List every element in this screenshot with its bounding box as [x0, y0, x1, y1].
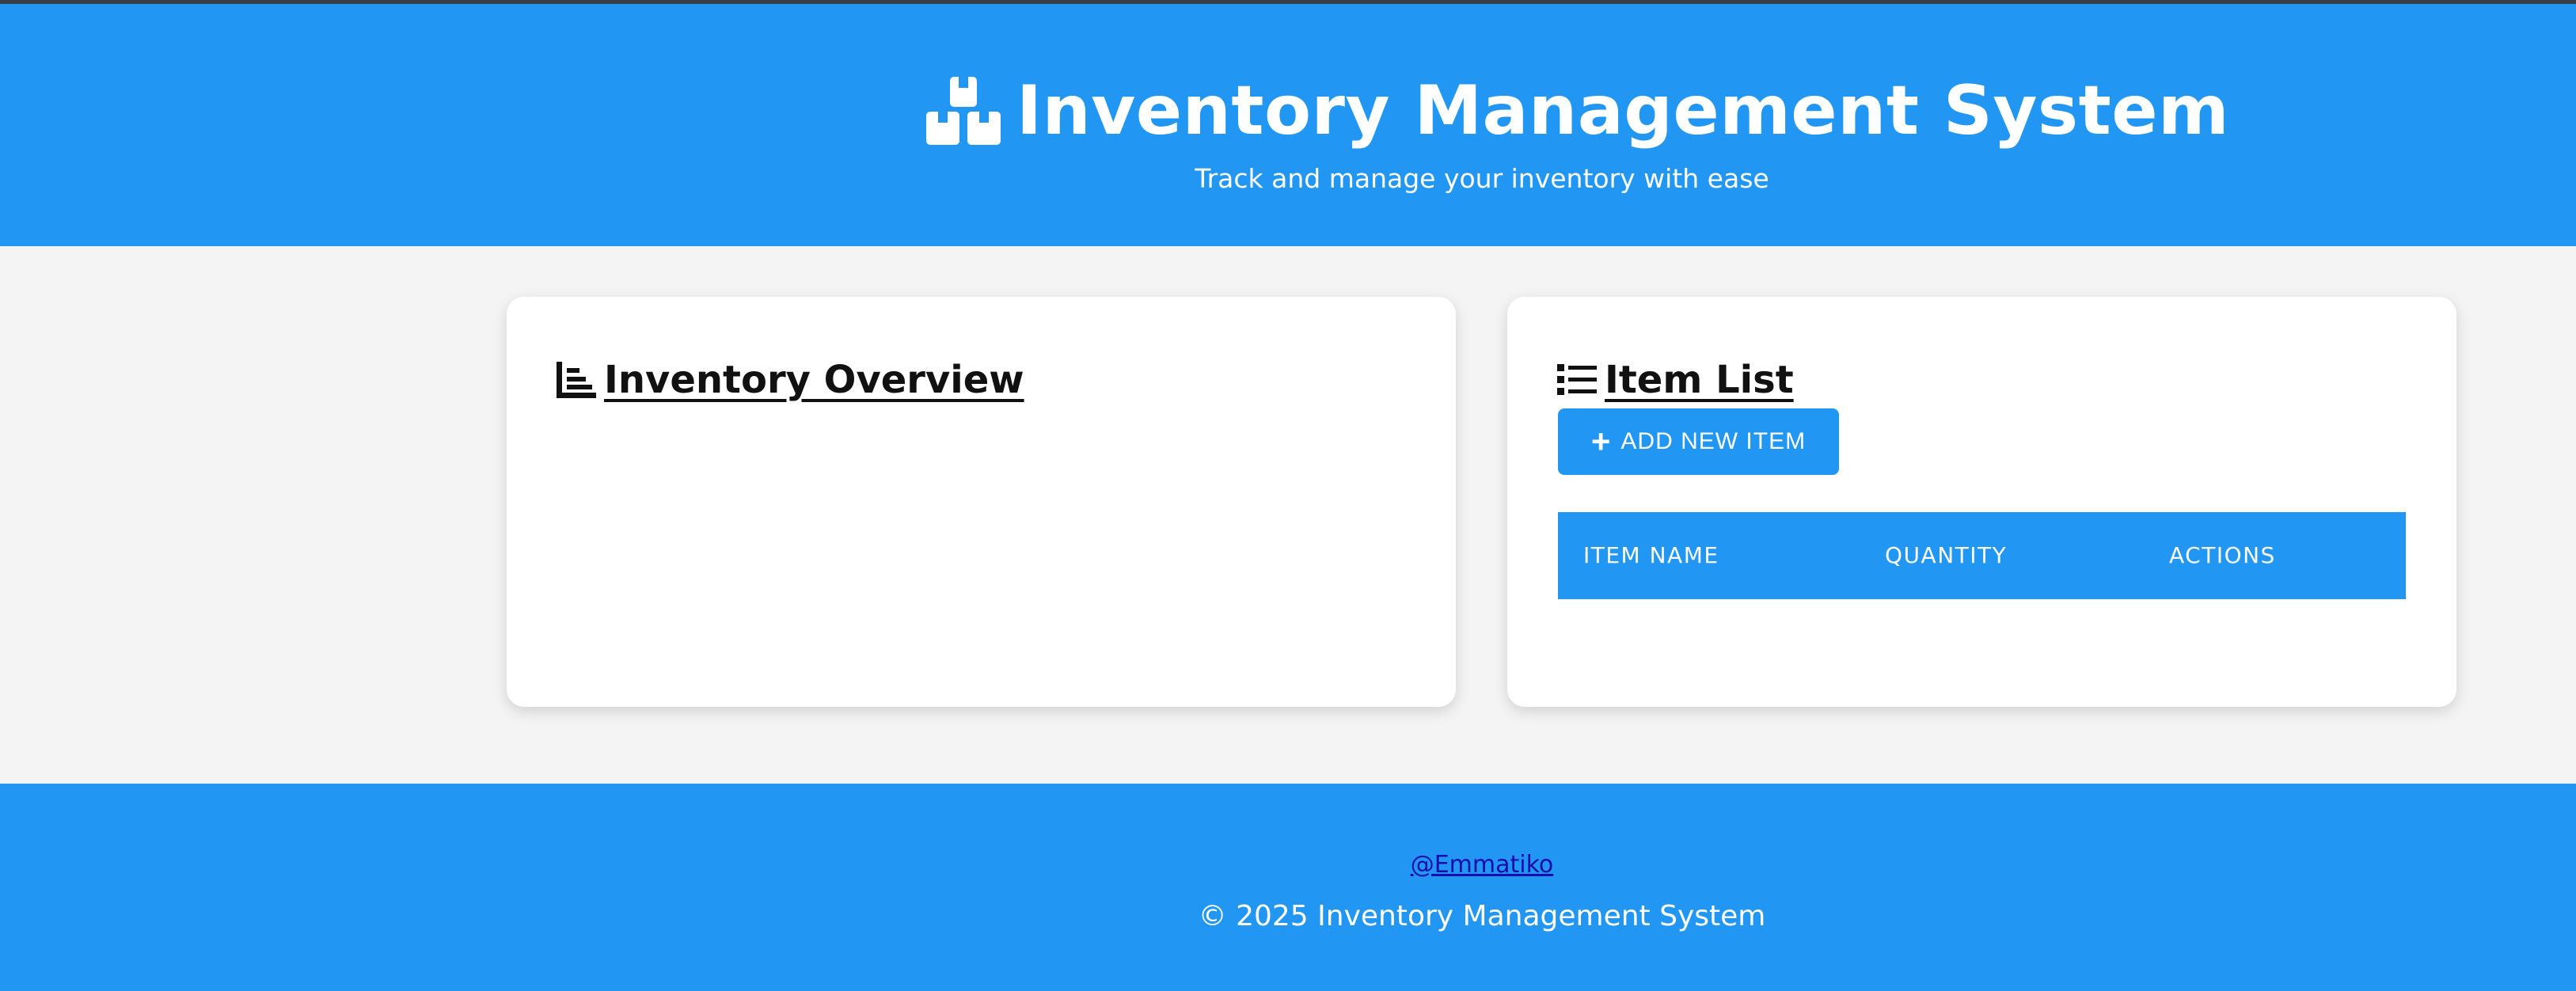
- inventory-overview-heading: Inventory Overview: [557, 352, 1024, 408]
- column-header-actions: ACTIONS: [2169, 542, 2276, 568]
- column-header-item-name: ITEM NAME: [1583, 542, 1719, 568]
- add-new-item-button[interactable]: + ADD NEW ITEM: [1558, 408, 1839, 475]
- item-list-title: Item List: [1605, 358, 1794, 402]
- title-row: Inventory Management System: [926, 67, 2229, 154]
- plus-icon: +: [1590, 423, 1612, 460]
- column-header-quantity: QUANTITY: [1885, 542, 2008, 568]
- item-list-heading: Item List: [1557, 352, 1794, 408]
- inventory-overview-card: Inventory Overview: [507, 297, 1456, 707]
- page-footer: @Emmatiko © 2025 Inventory Management Sy…: [0, 784, 2576, 991]
- boxes-icon: [926, 77, 1001, 145]
- add-new-item-label: ADD NEW ITEM: [1620, 428, 1807, 454]
- chart-bar-icon: [557, 362, 596, 398]
- list-icon: [1557, 364, 1597, 395]
- inventory-overview-title: Inventory Overview: [604, 358, 1024, 402]
- page-subtitle: Track and manage your inventory with eas…: [1195, 163, 1769, 194]
- item-list-card: Item List + ADD NEW ITEM ITEM NAME QUANT…: [1507, 297, 2456, 707]
- copyright-text: © 2025 Inventory Management System: [1198, 900, 1766, 932]
- author-link[interactable]: @Emmatiko: [0, 847, 2576, 883]
- item-table-header: ITEM NAME QUANTITY ACTIONS: [1558, 512, 2406, 599]
- page-header: Inventory Management System Track and ma…: [0, 4, 2576, 246]
- page-title: Inventory Management System: [1016, 71, 2230, 150]
